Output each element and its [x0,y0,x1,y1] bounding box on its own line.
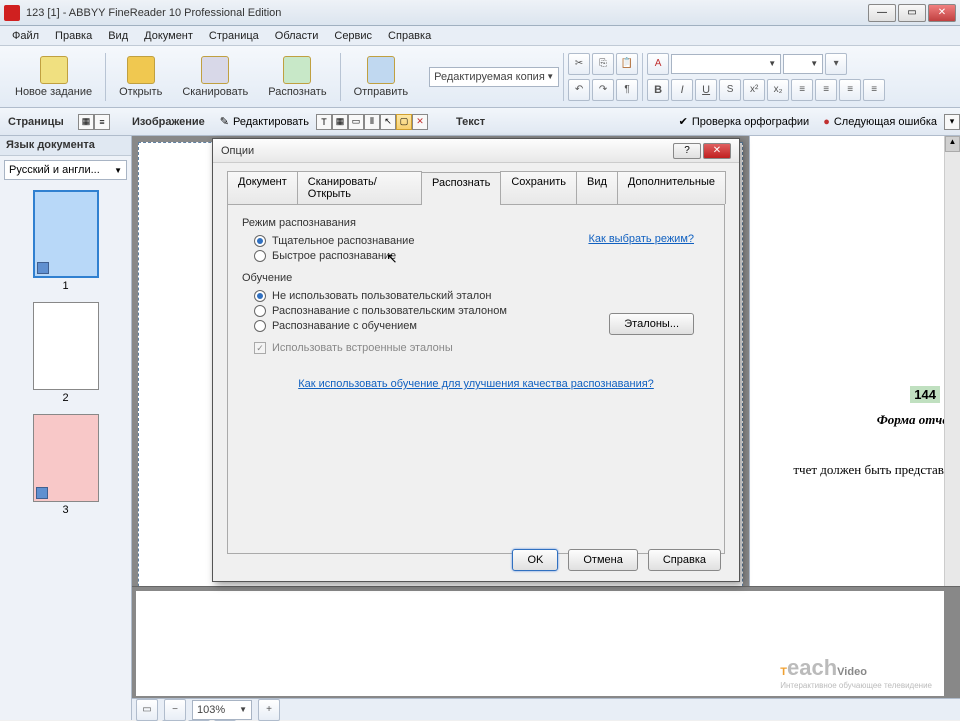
dialog-tabs: Документ Сканировать/Открыть Распознать … [213,163,739,204]
ok-button[interactable]: OK [512,549,558,571]
help-button[interactable]: Справка [648,549,721,571]
tab-view[interactable]: Вид [576,171,618,204]
radio-label: Распознавание с обучением [272,320,417,332]
check-builtin-patterns[interactable]: ✓ Использовать встроенные эталоны [254,342,710,354]
radio-fast[interactable]: Быстрое распознавание [254,250,710,262]
checkbox-icon: ✓ [254,342,266,354]
options-dialog: Опции ? ✕ Документ Сканировать/Открыть Р… [212,138,740,582]
tab-advanced[interactable]: Дополнительные [617,171,726,204]
tab-scan-open[interactable]: Сканировать/Открыть [297,171,422,204]
radio-icon [254,250,266,262]
group-training-label: Обучение [242,272,710,284]
tab-recognize[interactable]: Распознать [421,172,501,205]
cancel-button[interactable]: Отмена [568,549,637,571]
radio-label: Распознавание с пользовательским эталоно… [272,305,507,317]
check-label: Использовать встроенные эталоны [272,342,453,354]
radio-icon [254,320,266,332]
link-choose-mode[interactable]: Как выбрать режим? [588,233,694,245]
group-mode-label: Режим распознавания [242,217,710,229]
link-training-help[interactable]: Как использовать обучение для улучшения … [242,378,710,390]
dialog-title: Опции [221,145,671,157]
radio-no-pattern[interactable]: Не использовать пользовательский эталон [254,290,710,302]
patterns-button[interactable]: Эталоны... [609,313,694,335]
dialog-close-button[interactable]: ✕ [703,143,731,159]
dialog-help-button[interactable]: ? [673,143,701,159]
radio-icon [254,235,266,247]
radio-label: Не использовать пользовательский эталон [272,290,491,302]
radio-label: Тщательное распознавание [272,235,414,247]
tab-save[interactable]: Сохранить [500,171,577,204]
dialog-titlebar[interactable]: Опции ? ✕ [213,139,739,163]
dialog-body: Режим распознавания Тщательное распознав… [227,204,725,554]
radio-icon [254,290,266,302]
radio-label: Быстрое распознавание [272,250,396,262]
radio-icon [254,305,266,317]
dialog-overlay: Опции ? ✕ Документ Сканировать/Открыть Р… [0,0,960,720]
tab-document[interactable]: Документ [227,171,298,204]
